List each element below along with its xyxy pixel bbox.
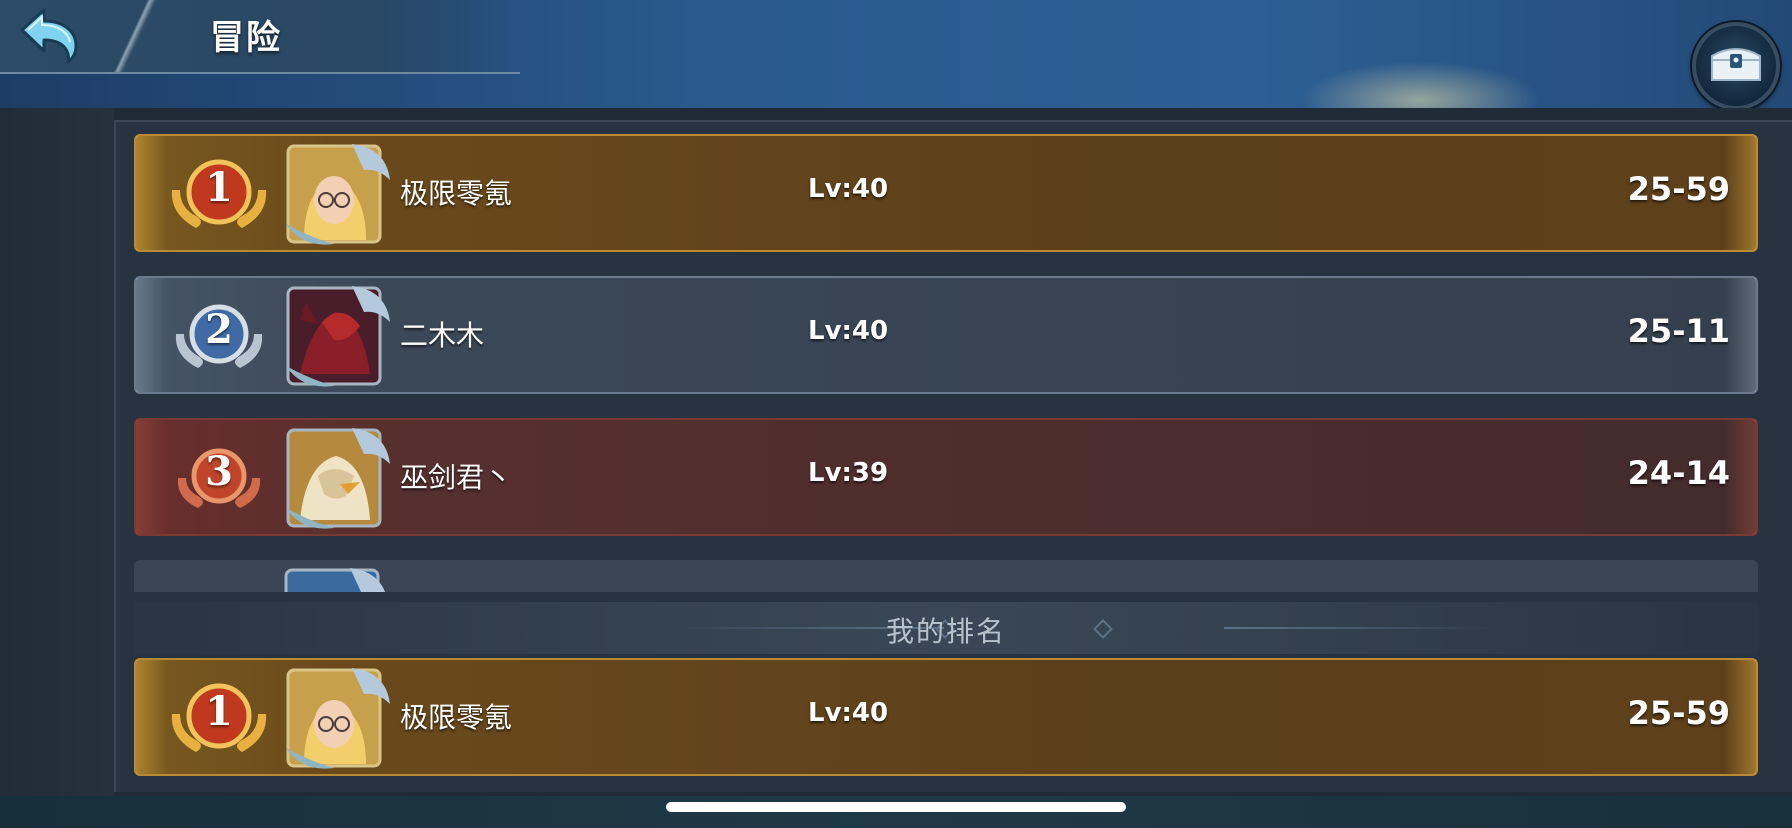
row-ornament-left (136, 136, 168, 250)
ranking-row-4 (134, 560, 1758, 592)
player-avatar[interactable] (282, 282, 394, 390)
player-avatar[interactable] (282, 664, 394, 772)
my-rank-divider: 我的排名 (134, 602, 1758, 654)
gold-medal-icon: 1 (166, 674, 272, 764)
row-ornament-left (136, 278, 168, 392)
ranking-row-1[interactable]: 1 极限零氪 Lv:40 25-59 (134, 134, 1758, 252)
player-name: 极限零氪 (400, 701, 513, 734)
my-rank-label: 我的排名 (885, 615, 1006, 648)
rank-number: 1 (205, 164, 233, 211)
rank-number: 2 (205, 306, 233, 353)
player-avatar[interactable] (282, 140, 394, 248)
row-ornament-left (136, 420, 168, 534)
player-name: 巫剑君丶 (400, 461, 513, 494)
ranking-row-4-partial[interactable] (134, 560, 1758, 592)
player-score: 25-59 (1627, 170, 1730, 208)
back-arrow-icon (20, 8, 78, 64)
bronze-medal-icon: 3 (166, 434, 272, 524)
player-name: 极限零氪 (400, 177, 513, 210)
player-name: 二木木 (400, 319, 485, 352)
my-ranking-row[interactable]: 1 极限零氪 Lv:40 25-59 (134, 658, 1758, 776)
player-level: Lv:40 (808, 698, 889, 728)
gold-medal-icon: 1 (166, 150, 272, 240)
player-level: Lv:39 (808, 458, 889, 488)
row-ornament-left (136, 660, 168, 774)
ranking-row-3[interactable]: 3 巫剑君丶 Lv:39 24-14 (134, 418, 1758, 536)
silver-medal-icon: 2 (166, 292, 272, 382)
rank-number: 3 (205, 448, 233, 495)
player-score: 25-11 (1627, 312, 1730, 350)
player-score: 24-14 (1627, 454, 1730, 492)
treasure-chest-icon (1711, 48, 1761, 81)
page-title: 冒险 (210, 18, 282, 58)
player-level: Lv:40 (808, 316, 889, 346)
rank-number: 1 (205, 688, 233, 735)
bottom-background (0, 796, 1792, 828)
ranking-row-2[interactable]: 2 二木木 Lv:40 25-11 (134, 276, 1758, 394)
player-avatar[interactable] (282, 424, 394, 532)
player-avatar (280, 564, 392, 592)
title-strip-notch (90, 0, 200, 72)
player-score: 25-59 (1627, 694, 1730, 732)
chest-button[interactable] (1692, 22, 1780, 110)
back-button[interactable] (14, 4, 86, 64)
home-indicator[interactable] (666, 802, 1126, 812)
panel-side-column (0, 108, 114, 798)
player-level: Lv:40 (808, 174, 889, 204)
